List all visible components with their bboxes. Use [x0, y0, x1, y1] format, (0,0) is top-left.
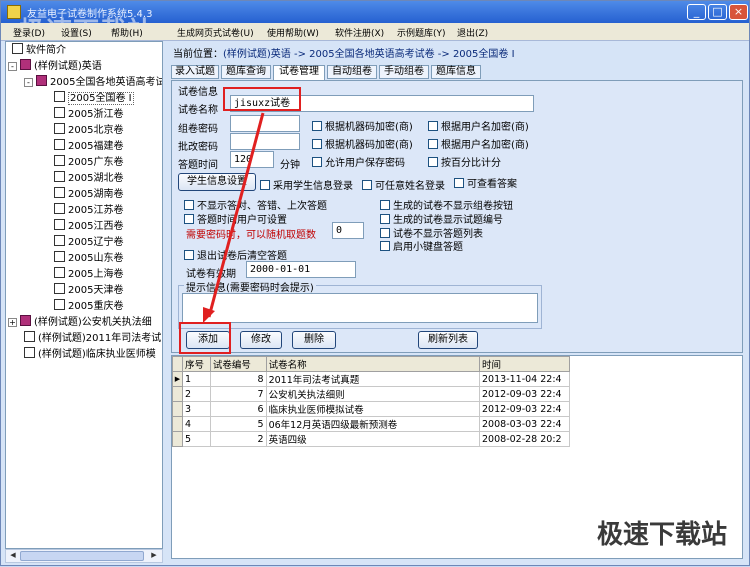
- annotation-arrow: [203, 112, 265, 323]
- app-window: 友益电子试卷制作系统5.4.3 _ □ × 极速下载站 登录(D) 设置(S) …: [0, 0, 750, 566]
